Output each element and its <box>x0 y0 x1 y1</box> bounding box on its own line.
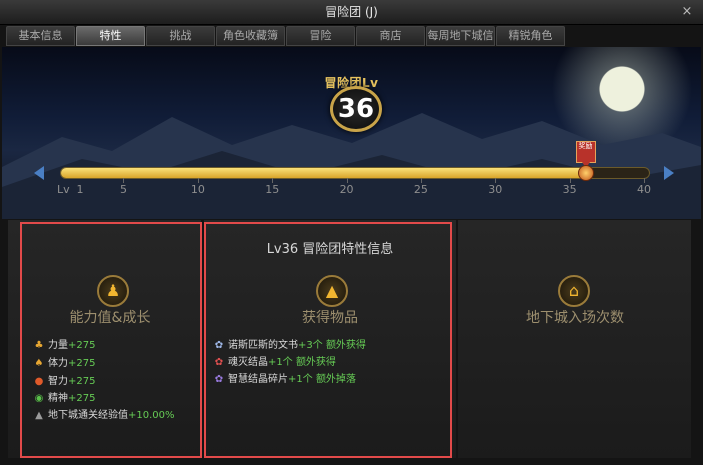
progress-tick-label: 30 <box>488 183 503 196</box>
adventure-level-badge: 36 <box>330 86 382 132</box>
stat-strength: ♣ 力量+275 <box>34 340 96 351</box>
scroll-icon: ✿ <box>214 340 224 351</box>
arrow-right-icon[interactable] <box>664 166 674 180</box>
tab-weekly-dungeon[interactable]: 每周地下城信息 <box>426 26 495 60</box>
strength-icon: ♣ <box>34 340 44 351</box>
stat-intelligence: ● 智力+275 <box>34 376 96 387</box>
tab-adventure[interactable]: 冒险 <box>286 26 355 46</box>
wisdom-shard-icon: ✿ <box>214 374 224 385</box>
panel-dungeon <box>458 220 691 458</box>
treasure-pile-icon: ▲ <box>316 275 348 307</box>
panel-dungeon-title: 地下城入场次数 <box>526 310 624 326</box>
level-progress-fill <box>61 168 586 178</box>
tab-traits[interactable]: 特性 <box>76 26 145 46</box>
item-scroll: ✿ 诺斯匹斯的文书+3个 额外获得 <box>214 340 366 351</box>
panel-items-title: 获得物品 <box>302 310 358 326</box>
item-soul-crystal: ✿ 魂灭结晶+1个 额外获得 <box>214 357 336 368</box>
stat-spirit: ◉ 精神+275 <box>34 393 96 404</box>
progress-tick-label: 5 <box>119 183 127 196</box>
close-icon[interactable]: × <box>679 0 695 24</box>
reward-marker-icon[interactable]: 奖励 <box>575 141 596 168</box>
progress-tick-label: 1 <box>76 183 84 196</box>
window-title: 冒险团 (J) <box>325 5 378 19</box>
golden-figure-icon: ♟ <box>97 275 129 307</box>
tab-bar: 基本信息 特性 挑战 角色收藏簿 冒险 商店 每周地下城信息 精锐角色 <box>6 26 566 60</box>
stamina-icon: ♠ <box>34 358 44 369</box>
progress-tick-label: 10 <box>190 183 205 196</box>
tab-character-collection[interactable]: 角色收藏簿 <box>216 26 285 46</box>
dungeon-exp-icon: ▲ <box>35 410 43 421</box>
trait-info-title: Lv36 冒险团特性信息 <box>266 242 394 257</box>
dungeon-gate-icon: ⌂ <box>558 275 590 307</box>
window-titlebar: 冒险团 (J) × <box>0 0 703 25</box>
tab-elite-characters[interactable]: 精锐角色 <box>496 26 565 46</box>
progress-tick-label: 35 <box>562 183 577 196</box>
level-progress-thumb <box>577 165 594 181</box>
progress-tick-label: 20 <box>339 183 354 196</box>
stat-stamina: ♠ 体力+275 <box>34 358 96 369</box>
progress-tick-label: 15 <box>265 183 280 196</box>
progress-tick-label: 40 <box>637 183 651 196</box>
spirit-icon: ◉ <box>34 393 44 404</box>
item-wisdom-shard: ✿ 智慧结晶碎片+1个 额外掉落 <box>214 374 356 385</box>
stat-dungeon-exp: ▲ 地下城通关经验值+10.00% <box>35 410 175 421</box>
level-progress-track <box>60 167 650 179</box>
panel-stats-title: 能力值&成长 <box>69 310 151 326</box>
arrow-left-icon[interactable] <box>34 166 44 180</box>
soul-crystal-icon: ✿ <box>214 357 224 368</box>
tab-shop[interactable]: 商店 <box>356 26 425 46</box>
tab-challenge[interactable]: 挑战 <box>146 26 215 46</box>
progress-tick-label: 25 <box>413 183 428 196</box>
intelligence-icon: ● <box>34 376 44 387</box>
tab-basic-info[interactable]: 基本信息 <box>6 26 75 46</box>
